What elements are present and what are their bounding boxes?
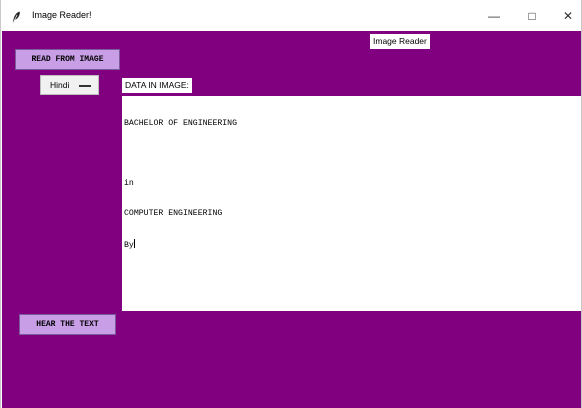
data-in-image-label: DATA IN IMAGE: xyxy=(122,78,192,93)
minimize-button[interactable]: — xyxy=(479,6,509,26)
close-icon: ✕ xyxy=(562,9,574,23)
app-client-area: Image Reader READ FROM IMAGE Hindi DATA … xyxy=(2,31,581,408)
text-line: BACHELOR OF ENGINEERING xyxy=(124,119,238,128)
title-bar: Image Reader! — □ ✕ xyxy=(1,0,581,31)
text-line: COMPUTER ENGINEERING xyxy=(124,209,223,218)
language-value: Hindi xyxy=(50,80,70,90)
hear-the-text-button[interactable]: HEAR THE TEXT xyxy=(19,314,116,335)
window-title: Image Reader! xyxy=(32,10,92,20)
maximize-button[interactable]: □ xyxy=(517,6,547,26)
text-line: in xyxy=(124,179,134,188)
feather-icon xyxy=(12,11,20,23)
maximize-icon: □ xyxy=(528,9,536,23)
image-text-area[interactable]: BACHELOR OF ENGINEERING in COMPUTER ENGI… xyxy=(122,96,581,311)
text-line-with-cursor: By xyxy=(124,239,579,250)
read-from-image-button[interactable]: READ FROM IMAGE xyxy=(15,49,120,70)
header-label: Image Reader xyxy=(370,34,430,49)
text-cursor xyxy=(133,239,135,248)
dropdown-indicator-icon xyxy=(79,85,92,87)
close-button[interactable]: ✕ xyxy=(553,6,582,26)
minimize-icon: — xyxy=(488,9,500,23)
text-line: By xyxy=(124,241,134,250)
text-line xyxy=(124,149,579,159)
image-reader-window: Image Reader! — □ ✕ Image Reader READ FR… xyxy=(0,0,582,408)
language-select[interactable]: Hindi xyxy=(40,75,99,95)
